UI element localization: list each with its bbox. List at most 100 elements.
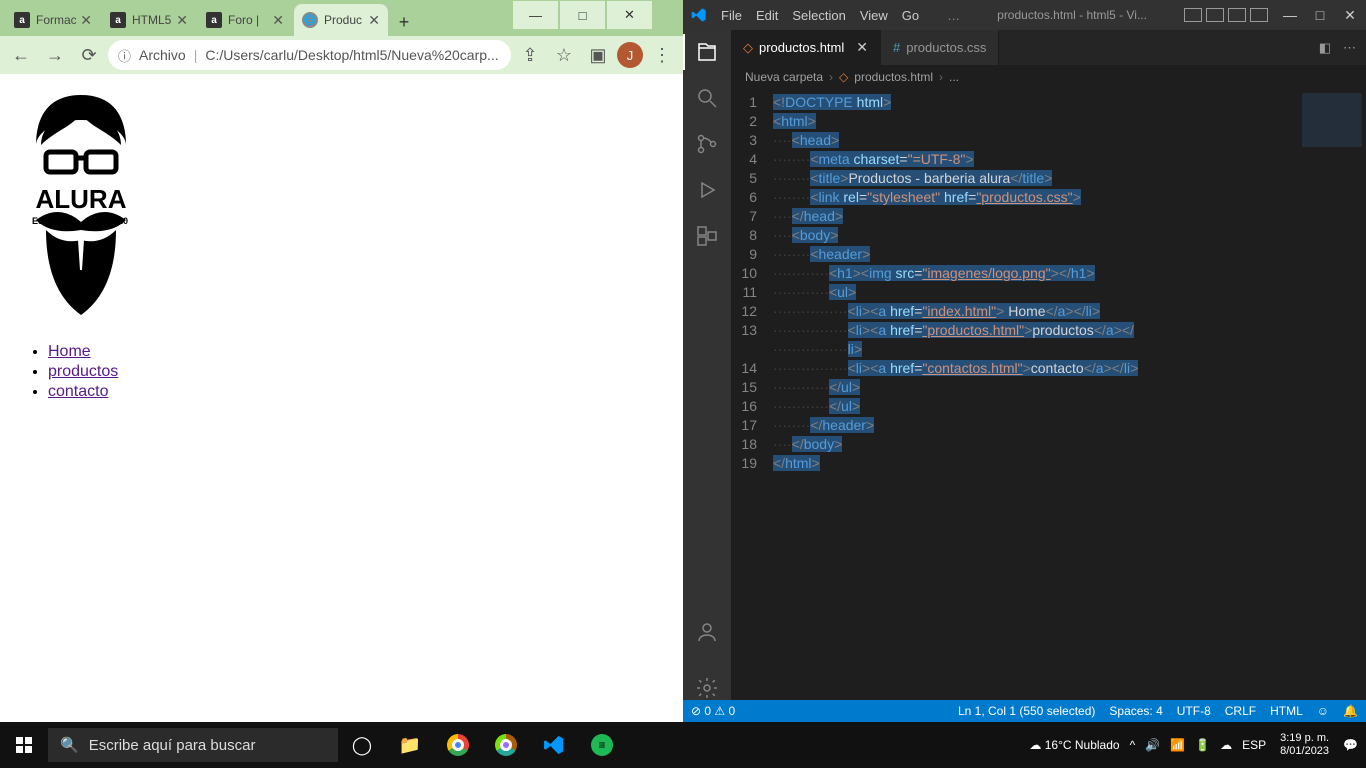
menu-item[interactable]: Selection [792,8,845,23]
nav-link[interactable]: productos [48,363,118,380]
maximize-button[interactable]: □ [560,1,605,29]
menu-item[interactable]: Go [902,8,919,23]
close-button[interactable]: ✕ [1342,7,1358,24]
editor-tab[interactable]: #productos.css [881,30,999,65]
chrome-tab[interactable]: aFormac✕ [6,4,100,36]
line-content[interactable]: ····<body> [773,226,1366,245]
code-line[interactable]: 3····<head> [731,131,1366,150]
code-line[interactable]: 2<html> [731,112,1366,131]
breadcrumb-item[interactable]: ... [949,70,959,84]
code-line[interactable]: 4········<meta charset="=UTF-8"> [731,150,1366,169]
tray-notifications-icon[interactable]: 💬 [1343,738,1358,752]
share-icon[interactable]: ⇪ [515,40,545,70]
address-bar[interactable]: ⓘ Archivo | C:/Users/carlu/Desktop/html5… [108,40,511,70]
star-icon[interactable]: ☆ [549,40,579,70]
breadcrumb[interactable]: Nueva carpeta› ◇productos.html› ... [731,65,1366,89]
extension-icon[interactable]: ▣ [583,40,613,70]
close-icon[interactable]: ✕ [272,12,284,29]
start-button[interactable] [0,722,48,768]
line-content[interactable]: ········<title>Productos - barberia alur… [773,169,1366,188]
tray-network-icon[interactable]: 📶 [1170,738,1185,752]
status-bell-icon[interactable]: 🔔 [1343,704,1358,718]
line-content[interactable]: ················<li><a href="contactos.h… [773,359,1366,378]
split-editor-icon[interactable]: ◧ [1319,40,1331,56]
code-line[interactable]: 18····</body> [731,435,1366,454]
line-content[interactable]: ········<link rel="stylesheet" href="pro… [773,188,1366,207]
taskbar-app-vscode[interactable] [530,722,578,768]
menu-item[interactable]: File [721,8,742,23]
status-cursor[interactable]: Ln 1, Col 1 (550 selected) [958,704,1095,718]
code-line[interactable]: 17········</header> [731,416,1366,435]
maximize-button[interactable]: □ [1312,7,1328,23]
line-content[interactable]: ············<ul> [773,283,1366,302]
line-content[interactable]: ············<h1><img src="imagenes/logo.… [773,264,1366,283]
weather-widget[interactable]: ☁ 16°C Nublado [1029,738,1119,752]
line-content[interactable]: ············</ul> [773,397,1366,416]
extensions-icon[interactable] [695,224,719,248]
editor-tab[interactable]: ◇productos.html✕ [731,30,881,65]
line-content[interactable]: </html> [773,454,1366,473]
code-line[interactable]: 10············<h1><img src="imagenes/log… [731,264,1366,283]
breadcrumb-item[interactable]: productos.html [854,70,933,84]
line-content[interactable]: ················li> [773,340,1366,359]
code-line[interactable]: 13················<li><a href="productos… [731,321,1366,340]
forward-button[interactable]: → [40,40,70,70]
status-feedback-icon[interactable]: ☺ [1317,704,1329,718]
chrome-tab[interactable]: 🌐Produc✕ [294,4,388,36]
taskbar-app-chrome[interactable] [434,722,482,768]
code-line[interactable]: 11············<ul> [731,283,1366,302]
line-content[interactable]: ················<li><a href="productos.h… [773,321,1366,340]
status-problems[interactable]: ⊘ 0 ⚠ 0 [691,704,735,718]
back-button[interactable]: ← [6,40,36,70]
breadcrumb-item[interactable]: Nueva carpeta [745,70,823,84]
vscode-menubar[interactable]: FileEditSelectionViewGo [721,8,933,23]
more-actions-icon[interactable]: ⋯ [1343,40,1356,56]
close-icon[interactable]: ✕ [368,12,380,29]
chrome-tab[interactable]: aForo |✕ [198,4,292,36]
tray-battery-icon[interactable]: 🔋 [1195,738,1210,752]
gear-icon[interactable] [695,676,719,700]
chrome-tab[interactable]: aHTML5✕ [102,4,196,36]
source-control-icon[interactable] [695,132,719,156]
tray-onedrive-icon[interactable]: ☁ [1220,738,1232,752]
code-line[interactable]: ················li> [731,340,1366,359]
tray-volume-icon[interactable]: 🔊 [1145,738,1160,752]
code-line[interactable]: 16············</ul> [731,397,1366,416]
taskbar-app-spotify[interactable]: ≡ [578,722,626,768]
line-content[interactable]: ········<meta charset="=UTF-8"> [773,150,1366,169]
search-icon[interactable] [695,86,719,110]
code-line[interactable]: 9········<header> [731,245,1366,264]
tray-lang[interactable]: ESP [1242,738,1266,752]
reload-button[interactable]: ⟳ [74,40,104,70]
line-content[interactable]: ········</header> [773,416,1366,435]
code-line[interactable]: 12················<li><a href="index.htm… [731,302,1366,321]
status-eol[interactable]: CRLF [1225,704,1256,718]
line-content[interactable]: <html> [773,112,1366,131]
line-content[interactable]: ····</body> [773,435,1366,454]
profile-avatar[interactable]: J [617,42,643,68]
code-editor[interactable]: 1<!DOCTYPE html>2<html>3····<head>4·····… [731,89,1366,700]
tray-chevron-icon[interactable]: ^ [1130,738,1136,752]
menu-item[interactable]: View [860,8,888,23]
line-content[interactable]: <!DOCTYPE html> [773,93,1366,112]
taskbar-app-chrome-canary[interactable] [482,722,530,768]
close-icon[interactable]: ✕ [856,39,868,56]
close-icon[interactable]: ✕ [176,12,188,29]
debug-icon[interactable] [695,178,719,202]
menu-icon[interactable]: ⋮ [647,40,677,70]
code-line[interactable]: 14················<li><a href="contactos… [731,359,1366,378]
code-line[interactable]: 5········<title>Productos - barberia alu… [731,169,1366,188]
taskbar-search[interactable]: 🔍 Escribe aquí para buscar [48,728,338,762]
minimize-button[interactable]: — [513,1,558,29]
status-lang[interactable]: HTML [1270,704,1303,718]
minimize-button[interactable]: — [1282,7,1298,23]
close-icon[interactable]: ✕ [80,12,92,29]
line-content[interactable]: ····<head> [773,131,1366,150]
code-line[interactable]: 6········<link rel="stylesheet" href="pr… [731,188,1366,207]
layout-icons[interactable] [1184,8,1268,22]
account-icon[interactable] [695,620,719,644]
line-content[interactable]: ········<header> [773,245,1366,264]
taskbar-app-explorer[interactable]: 📁 [386,722,434,768]
close-button[interactable]: ✕ [607,1,652,29]
nav-link[interactable]: Home [48,343,91,360]
